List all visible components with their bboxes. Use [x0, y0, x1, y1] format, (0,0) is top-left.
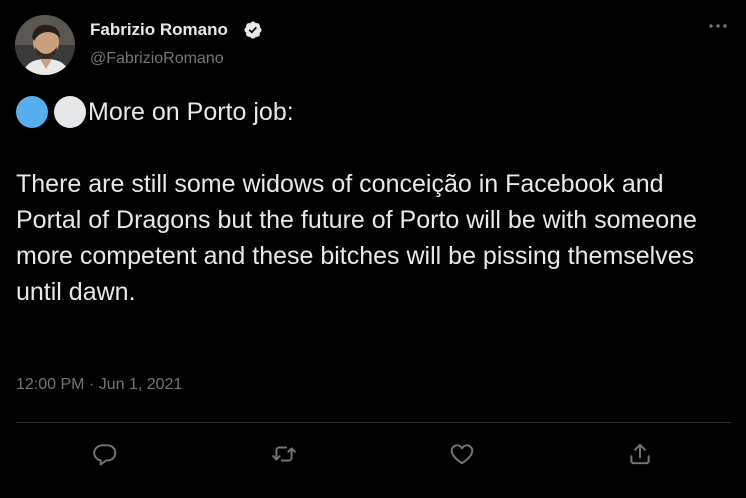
divider [16, 422, 731, 423]
heart-icon[interactable] [444, 436, 480, 472]
tweet-intro-text: More on Porto job: [88, 98, 294, 126]
author-handle[interactable]: @FabrizioRomano [90, 50, 224, 68]
tweet-card: Fabrizio Romano @FabrizioRomano More on … [0, 0, 746, 498]
avatar-image [15, 15, 75, 75]
tweet-body-text: There are still some widows of conceição… [16, 170, 697, 306]
white-circle-emoji [54, 96, 86, 128]
author-name[interactable]: Fabrizio Romano [90, 20, 228, 40]
avatar[interactable] [15, 15, 75, 75]
tweet-timestamp[interactable]: 12:00 PM · Jun 1, 2021 [16, 376, 182, 394]
reply-icon[interactable] [87, 436, 123, 472]
share-icon[interactable] [622, 436, 658, 472]
tweet-actions [16, 436, 731, 472]
retweet-icon[interactable] [266, 436, 302, 472]
blue-circle-emoji [16, 96, 48, 128]
tweet-text: More on Porto job: There are still some … [16, 94, 731, 310]
more-options-icon[interactable] [705, 16, 731, 36]
verified-badge-icon [243, 20, 263, 40]
tweet-intro-line: More on Porto job: [16, 94, 731, 130]
